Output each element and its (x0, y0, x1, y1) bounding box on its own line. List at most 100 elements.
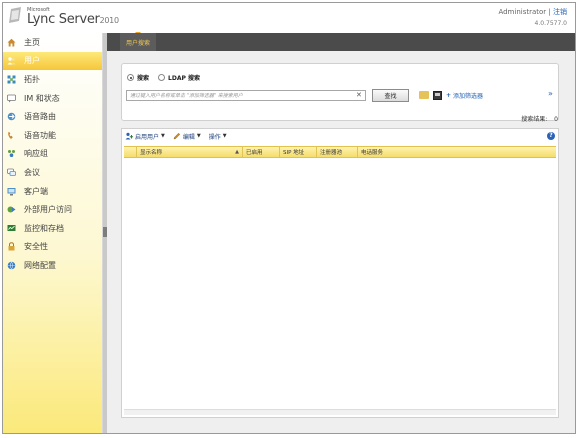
grid-toolbar: 启用用户 ▼ 编辑 ▼ 操作 ▼ (125, 129, 555, 143)
clients-icon (7, 187, 16, 196)
external-access-icon (7, 205, 16, 214)
sidebar-item-home[interactable]: 主页 (3, 33, 102, 52)
users-icon (7, 56, 16, 65)
help-icon[interactable]: ? (547, 132, 555, 140)
save-query-icon[interactable] (433, 91, 442, 100)
radio-ldap-label: LDAP 搜索 (168, 75, 200, 82)
home-icon (7, 38, 16, 47)
expand-chevron-icon[interactable]: » (548, 89, 553, 98)
add-filter-link[interactable]: + 添加筛选器 (446, 91, 483, 100)
radio-search[interactable] (127, 74, 134, 81)
table-body (124, 159, 556, 409)
column-enabled[interactable]: 已启用 (243, 147, 280, 157)
user-info: Administrator | 注销 (498, 7, 567, 17)
chevron-down-icon: ▼ (161, 133, 165, 139)
sidebar-item-label: 网络配置 (24, 260, 56, 270)
sidebar-item-users[interactable]: 用户 (3, 51, 102, 71)
enable-users-label: 启用用户 (135, 133, 160, 141)
column-telephony[interactable]: 电话服务 (358, 147, 408, 157)
plus-icon: + (446, 92, 452, 99)
sidebar-item-label: 安全性 (24, 242, 48, 252)
column-enabled-label: 已启用 (246, 150, 263, 156)
main-content: 搜索 LDAP 搜索 通过键入用户名称或单击 "添加筛选器" 来搜索用户 ✕ 查… (107, 51, 575, 433)
column-display-name[interactable]: 显示名称 ▲ (137, 147, 243, 157)
edit-label: 编辑 (182, 133, 195, 141)
chevron-down-icon: ▼ (196, 133, 201, 139)
brand-year: 2010 (99, 16, 119, 25)
network-icon (7, 261, 16, 270)
column-sip-address[interactable]: SIP 地址 (280, 147, 317, 157)
sidebar-item-label: 语音路由 (24, 112, 56, 122)
action-button[interactable]: 操作 ▼ (209, 132, 227, 141)
brand-name: Lync Server (27, 12, 100, 27)
open-query-icon[interactable] (419, 91, 429, 99)
search-input[interactable]: 通过键入用户名称或单击 "添加筛选器" 来搜索用户 (126, 90, 366, 101)
search-panel: 搜索 LDAP 搜索 通过键入用户名称或单击 "添加筛选器" 来搜索用户 ✕ 查… (121, 63, 559, 121)
clear-search-icon[interactable]: ✕ (356, 91, 362, 100)
chevron-down-icon: ▼ (222, 133, 227, 139)
sidebar-item-label: 用户 (24, 56, 40, 66)
app-header: Microsoft Lync Server2010 Administrator … (3, 3, 575, 33)
sidebar-item-external-access[interactable]: 外部用户访问 (3, 200, 102, 219)
sidebar-item-response-groups[interactable]: 响应组 (3, 145, 102, 164)
sidebar-item-label: 外部用户访问 (24, 205, 72, 215)
conferencing-icon (7, 168, 16, 177)
sidebar-item-security[interactable]: 安全性 (3, 238, 102, 257)
search-results-count: 0 (554, 116, 558, 123)
voice-routing-icon (7, 112, 16, 121)
sort-ascending-icon: ▲ (235, 149, 239, 155)
im-presence-icon (7, 94, 16, 103)
search-mode-options: 搜索 LDAP 搜索 (127, 73, 209, 82)
lync-logo-icon (9, 7, 21, 23)
phone-icon (7, 131, 16, 140)
grid-footer (124, 409, 556, 415)
radio-ldap-search[interactable] (158, 74, 166, 81)
sidebar-item-voice-features[interactable]: 语音功能 (3, 126, 102, 145)
column-telephony-label: 电话服务 (361, 150, 384, 156)
logout-link[interactable]: 注销 (553, 8, 567, 16)
sidebar-item-network-configuration[interactable]: 网络配置 (3, 256, 102, 275)
response-group-icon (7, 149, 16, 158)
lock-icon (7, 242, 16, 251)
sidebar-item-label: 主页 (24, 37, 40, 47)
sidebar-item-clients[interactable]: 客户端 (3, 182, 102, 201)
topology-icon (7, 75, 16, 84)
radio-search-label: 搜索 (137, 75, 150, 82)
tab-user-search[interactable]: 用户搜索 (120, 33, 157, 51)
column-sip-address-label: SIP 地址 (283, 150, 305, 156)
column-registrar-pool-label: 注册器池 (320, 150, 343, 156)
sidebar-item-label: 会议 (24, 167, 40, 177)
results-grid: 启用用户 ▼ 编辑 ▼ 操作 ▼ ? 显示名称 ▲ 已启用 SIP 地址 注册器… (121, 128, 559, 418)
column-registrar-pool[interactable]: 注册器池 (317, 147, 358, 157)
select-all-column[interactable] (124, 147, 137, 157)
sidebar-item-monitoring-archiving[interactable]: 监控和存档 (3, 219, 102, 238)
add-filter-label: 添加筛选器 (453, 93, 484, 100)
monitoring-icon (7, 224, 16, 233)
enable-users-icon (125, 132, 133, 140)
user-separator: | (548, 8, 551, 16)
sidebar-item-conferencing[interactable]: 会议 (3, 163, 102, 182)
app-window: Microsoft Lync Server2010 Administrator … (2, 2, 576, 434)
find-button[interactable]: 查找 (372, 89, 409, 102)
brand-title: Lync Server2010 (27, 12, 119, 27)
column-display-name-label: 显示名称 (140, 150, 163, 156)
pencil-icon (173, 132, 181, 140)
sidebar-item-topology[interactable]: 拓扑 (3, 70, 102, 89)
sidebar: 主页 用户 拓扑 IM 和状态 语音路由 语音功能 响应组 会议 客户端 外部用… (3, 33, 103, 433)
sidebar-item-label: 监控和存档 (24, 223, 64, 233)
user-name: Administrator (498, 8, 547, 16)
search-results-label: 搜索结果: (521, 116, 548, 123)
sidebar-item-label: 拓扑 (24, 74, 40, 84)
tab-bar: 用户搜索 (107, 32, 575, 51)
enable-users-button[interactable]: 启用用户 ▼ (125, 132, 165, 141)
sidebar-item-label: 响应组 (24, 149, 48, 159)
action-label: 操作 (208, 133, 221, 141)
version-label: 4.0.7577.0 (534, 20, 567, 27)
sidebar-item-im-presence[interactable]: IM 和状态 (3, 89, 102, 108)
edit-button[interactable]: 编辑 ▼ (173, 132, 201, 141)
sidebar-item-voice-routing[interactable]: 语音路由 (3, 107, 102, 126)
search-results-summary: 搜索结果: 0 (521, 114, 558, 123)
sidebar-item-label: 客户端 (24, 186, 48, 196)
sidebar-item-label: IM 和状态 (24, 93, 60, 103)
table-header: 显示名称 ▲ 已启用 SIP 地址 注册器池 电话服务 (124, 146, 556, 158)
